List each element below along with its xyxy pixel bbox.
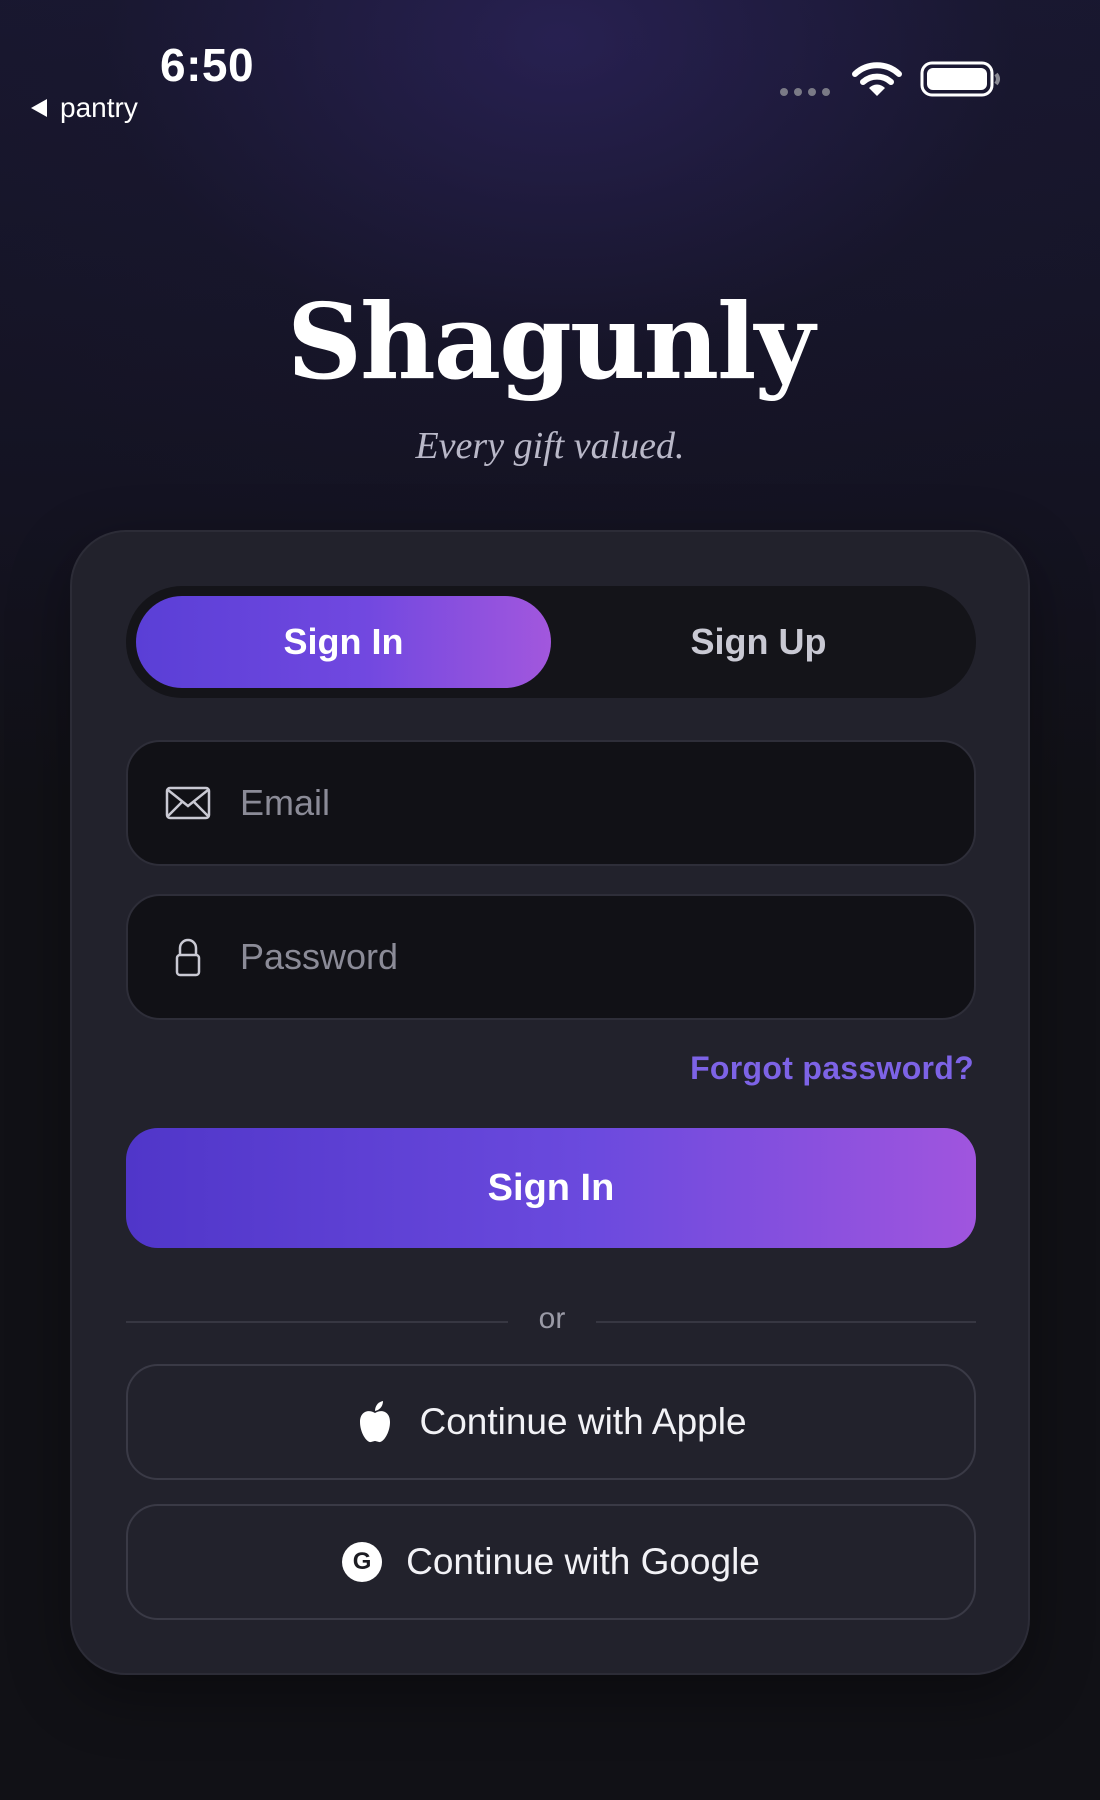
email-input[interactable] [240, 782, 974, 824]
signal-dots-icon [780, 88, 830, 96]
battery-icon [920, 61, 1000, 97]
back-triangle-icon [31, 99, 47, 117]
auth-mode-toggle: Sign In Sign Up [126, 586, 976, 698]
divider-label: or [538, 1302, 566, 1335]
app-title: Shagunly [287, 280, 815, 403]
google-icon: G [342, 1542, 383, 1582]
google-button-label: Continue with Google [406, 1541, 760, 1582]
lock-icon [175, 938, 201, 977]
status-time: 6:50 [160, 39, 255, 91]
divider-line-left [126, 1321, 508, 1323]
password-input[interactable] [240, 936, 974, 978]
app-tagline: Every gift valued. [415, 425, 685, 467]
forgot-password-link[interactable]: Forgot password? [690, 1050, 974, 1087]
wifi-icon [852, 62, 902, 96]
or-divider: or [126, 1302, 976, 1342]
tab-sign-up[interactable]: Sign Up [551, 596, 966, 688]
auth-card: Sign In Sign Up Forgot password? Sign In… [70, 530, 1030, 1675]
apple-button-label: Continue with Apple [419, 1401, 747, 1442]
envelope-icon [165, 786, 211, 820]
back-to-app-link[interactable]: pantry [30, 92, 138, 124]
apple-icon [360, 1401, 391, 1443]
password-field[interactable] [126, 894, 976, 1020]
sign-in-button[interactable]: Sign In [126, 1128, 976, 1248]
email-field[interactable] [126, 740, 976, 866]
tab-sign-in[interactable]: Sign In [136, 596, 551, 688]
continue-with-apple-button[interactable]: Continue with Apple [126, 1364, 976, 1480]
continue-with-google-button[interactable]: G Continue with Google [126, 1504, 976, 1620]
back-link-label: pantry [60, 92, 138, 123]
divider-line-right [596, 1321, 976, 1323]
login-screen: 6:50 pantry Shagunly Every gift valued. … [0, 0, 1100, 1800]
